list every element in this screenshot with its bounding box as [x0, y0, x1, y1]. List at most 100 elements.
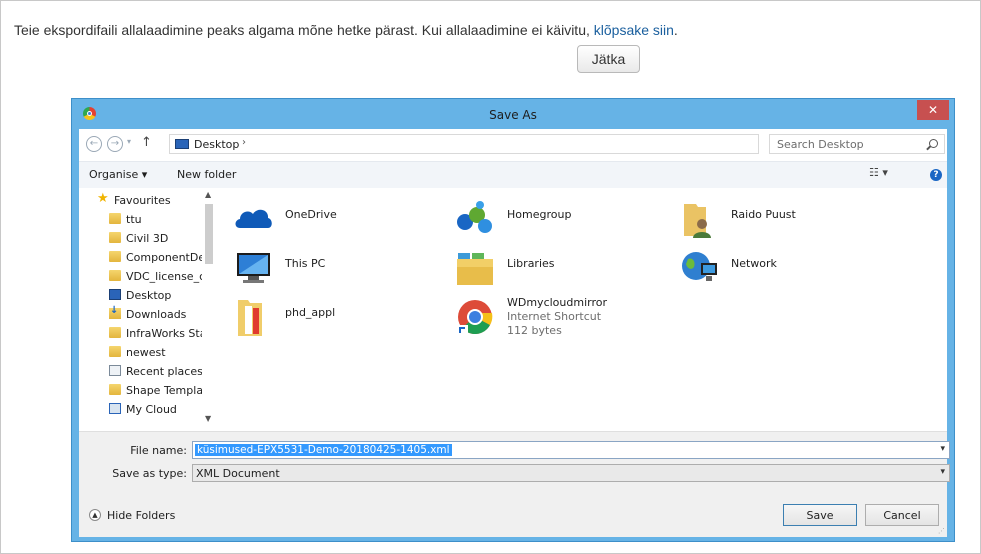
- item-name: WDmycloudmirror: [507, 296, 607, 309]
- command-toolbar: Organise ▾ New folder ☷ ▾ ?: [79, 161, 947, 190]
- help-icon[interactable]: ?: [930, 169, 942, 181]
- this-pc-icon: [237, 253, 270, 283]
- up-arrow-icon[interactable]: ↑: [141, 135, 152, 150]
- nav-item-downloads[interactable]: Downloads: [109, 305, 202, 324]
- click-here-link[interactable]: klõpsake siin: [594, 22, 674, 38]
- item-raido-puust[interactable]: Raido Puust: [678, 198, 858, 242]
- item-name: Network: [731, 257, 777, 270]
- recent-places-icon: [109, 365, 121, 376]
- folder-icon: [109, 232, 121, 243]
- save-as-type-label: Save as type:: [112, 467, 187, 480]
- new-folder-button[interactable]: New folder: [177, 168, 236, 181]
- folder-icon: [109, 251, 121, 262]
- collapse-up-icon: ▲: [89, 509, 101, 521]
- nav-item-favourites[interactable]: ★ Favourites: [97, 191, 190, 210]
- star-icon: ★: [97, 191, 109, 206]
- back-arrow-icon[interactable]: ←: [86, 136, 102, 152]
- nav-item-label: Shape Template: [126, 384, 202, 397]
- item-name: This PC: [285, 257, 326, 270]
- item-wdmycloudmirror[interactable]: WDmycloudmirror Internet Shortcut 112 by…: [454, 296, 674, 356]
- save-button[interactable]: Save: [783, 504, 857, 526]
- save-as-type-select[interactable]: XML Document ▾: [192, 464, 950, 482]
- nav-item-infraworks[interactable]: InfraWorks Stan: [109, 324, 202, 343]
- nav-scrollbar[interactable]: ▲ ▼: [202, 188, 216, 431]
- organise-menu[interactable]: Organise ▾: [89, 168, 147, 181]
- nav-item-label: VDC_license_cre: [126, 270, 202, 283]
- hide-folders-label: Hide Folders: [107, 509, 176, 522]
- forward-arrow-icon[interactable]: →: [107, 136, 123, 152]
- downloads-icon: [109, 305, 121, 319]
- save-as-type-dropdown-icon[interactable]: ▾: [940, 467, 945, 477]
- user-folder-icon: [684, 204, 711, 238]
- scroll-thumb[interactable]: [205, 204, 213, 264]
- nav-item-label: InfraWorks Stan: [126, 327, 202, 340]
- item-name: Homegroup: [507, 208, 572, 221]
- resize-grip-icon[interactable]: ⋰: [938, 527, 945, 535]
- item-network[interactable]: Network: [678, 247, 858, 291]
- item-libraries[interactable]: Libraries: [454, 247, 634, 291]
- cancel-button[interactable]: Cancel: [865, 504, 939, 526]
- dialog-body: ← → ▾ ↑ Desktop › ▾ ↻ Organise ▾ New fol…: [79, 129, 950, 537]
- save-as-dialog: Save As ✕ ← → ▾ ↑ Desktop › ▾ ↻ Organise…: [71, 98, 955, 542]
- address-bar: ← → ▾ ↑ Desktop › ▾ ↻: [79, 129, 947, 161]
- change-view-icon[interactable]: ☷ ▾: [869, 166, 899, 182]
- message-period: .: [673, 22, 678, 38]
- item-homegroup[interactable]: Homegroup: [454, 198, 634, 242]
- folder-icon: [109, 384, 121, 395]
- file-name-dropdown-icon[interactable]: ▾: [940, 444, 945, 454]
- nav-item-label: ComponentDefi: [126, 251, 202, 264]
- network-icon: [682, 252, 717, 281]
- nav-item-label: Civil 3D: [126, 232, 169, 245]
- save-options-panel: File name: küsimused-EPX5531-Demo-201804…: [79, 431, 950, 537]
- nav-item-label: Desktop: [126, 289, 172, 302]
- folder-icon: [109, 213, 121, 224]
- nav-item-vdc-license[interactable]: VDC_license_cre: [109, 267, 202, 286]
- onedrive-icon: [235, 209, 272, 228]
- continue-button[interactable]: Jätka: [577, 45, 640, 73]
- recent-locations-chevron-icon[interactable]: ▾: [127, 137, 131, 146]
- file-name-value[interactable]: küsimused-EPX5531-Demo-20180425-1405.xml: [195, 444, 452, 456]
- cloud-drive-icon: [109, 403, 121, 414]
- search-box: [769, 134, 945, 154]
- path-chevron-icon[interactable]: ›: [242, 137, 246, 148]
- file-name-input[interactable]: küsimused-EPX5531-Demo-20180425-1405.xml…: [192, 441, 950, 459]
- dialog-title: Save As: [489, 108, 537, 122]
- item-name: Libraries: [507, 257, 555, 270]
- desktop-icon: [175, 139, 189, 149]
- item-type: Internet Shortcut: [507, 310, 602, 323]
- nav-item-label: Favourites: [114, 194, 171, 207]
- item-name: Raido Puust: [731, 208, 796, 221]
- nav-item-label: Recent places: [126, 365, 202, 378]
- file-name-label: File name:: [130, 444, 187, 457]
- homegroup-icon: [457, 201, 492, 233]
- folder-icon: [109, 327, 121, 338]
- nav-item-newest[interactable]: newest: [109, 343, 202, 362]
- item-phd-appl[interactable]: phd_appl: [232, 296, 412, 340]
- download-message-text: Teie ekspordifaili allalaadimine peaks a…: [14, 22, 590, 38]
- file-list: OneDrive Homegroup Raido Puust This PC L…: [216, 188, 947, 431]
- nav-item-civil-3d[interactable]: Civil 3D: [109, 229, 202, 248]
- desktop-icon: [109, 289, 121, 300]
- item-onedrive[interactable]: OneDrive: [232, 198, 412, 242]
- nav-item-shape-template[interactable]: Shape Template: [109, 381, 202, 400]
- folder-icon: [238, 300, 262, 336]
- search-input[interactable]: [771, 136, 927, 152]
- folder-icon: [109, 270, 121, 281]
- item-this-pc[interactable]: This PC: [232, 247, 412, 291]
- scroll-down-icon[interactable]: ▼: [205, 414, 211, 423]
- nav-item-my-cloud[interactable]: My Cloud: [109, 400, 202, 419]
- scroll-up-icon[interactable]: ▲: [205, 190, 211, 199]
- path-segment-desktop[interactable]: Desktop: [194, 138, 239, 151]
- search-icon[interactable]: [929, 139, 938, 148]
- nav-item-componentdefi[interactable]: ComponentDefi: [109, 248, 202, 267]
- nav-item-recent-places[interactable]: Recent places: [109, 362, 202, 381]
- item-size: 112 bytes: [507, 324, 562, 337]
- address-path-box[interactable]: Desktop › ▾ ↻: [169, 134, 843, 154]
- nav-item-desktop[interactable]: Desktop: [109, 286, 202, 305]
- libraries-icon: [457, 253, 493, 285]
- nav-item-ttu[interactable]: ttu: [109, 210, 202, 229]
- item-name: phd_appl: [285, 306, 336, 319]
- close-button[interactable]: ✕: [917, 100, 949, 120]
- dialog-titlebar[interactable]: Save As ✕: [72, 99, 954, 129]
- item-name: OneDrive: [285, 208, 337, 221]
